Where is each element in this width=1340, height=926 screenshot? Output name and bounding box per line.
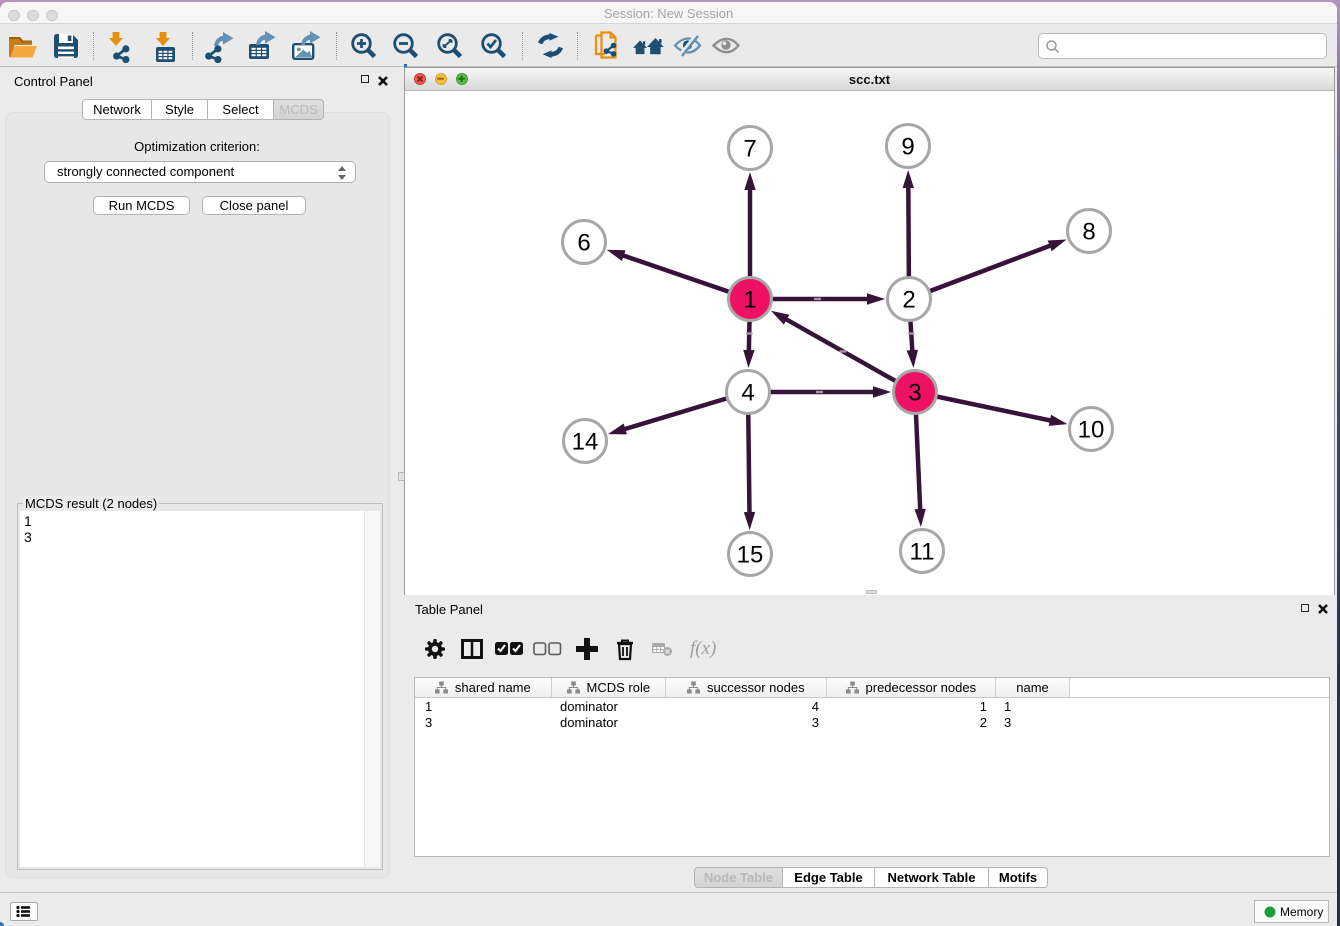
svg-text:7: 7 — [743, 136, 756, 163]
svg-text:11: 11 — [910, 539, 935, 566]
svg-text:6: 6 — [577, 230, 590, 257]
svg-text:1: 1 — [743, 287, 756, 314]
svg-text:3: 3 — [908, 380, 921, 407]
svg-text:9: 9 — [901, 134, 914, 161]
svg-text:8: 8 — [1082, 219, 1095, 246]
svg-text:14: 14 — [572, 429, 599, 456]
svg-text:15: 15 — [737, 542, 764, 569]
svg-text:4: 4 — [741, 380, 754, 407]
svg-text:10: 10 — [1078, 417, 1105, 444]
svg-text:2: 2 — [902, 287, 915, 314]
